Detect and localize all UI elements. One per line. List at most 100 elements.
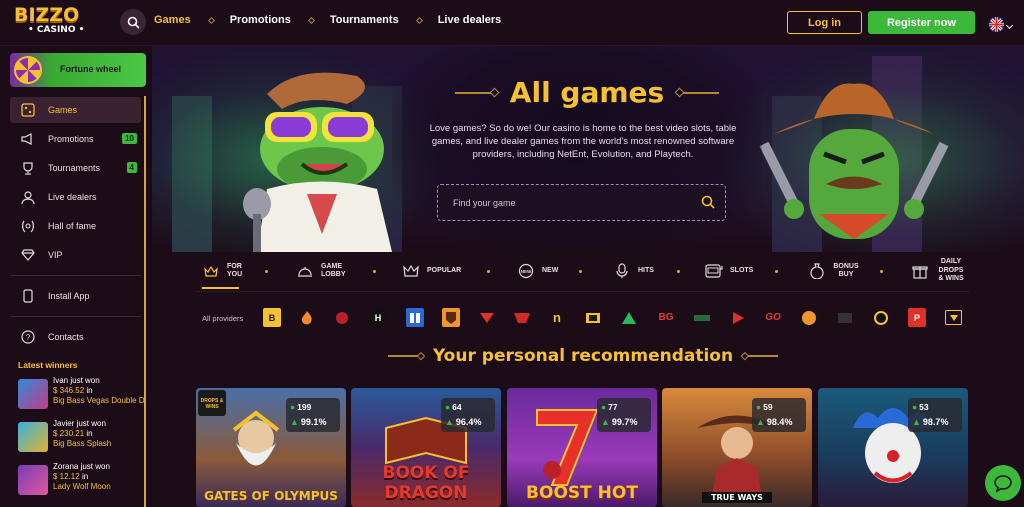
provider-logo[interactable] xyxy=(620,308,638,327)
game-title: BOOST HOT xyxy=(526,483,638,503)
provider-logo[interactable] xyxy=(693,308,711,327)
nav-separator xyxy=(415,16,423,24)
svg-text:NEW: NEW xyxy=(521,269,532,274)
category-tabs: FOR YOU GAME LOBBY POPULAR NEW NEW HITS … xyxy=(195,252,970,292)
game-stats: ● 199 ▲ 99.1% xyxy=(286,398,340,432)
provider-logo[interactable]: B xyxy=(263,308,281,327)
provider-logo[interactable] xyxy=(800,308,818,327)
crown-hand-icon xyxy=(202,262,220,280)
nav-tournaments[interactable]: Tournaments xyxy=(330,14,399,26)
tab-separator xyxy=(265,270,268,273)
game-card[interactable]: ● 53 ▲ 98.7% xyxy=(818,388,968,507)
provider-logo[interactable] xyxy=(872,308,890,327)
provider-logo[interactable] xyxy=(442,308,460,327)
title-decoration xyxy=(489,87,500,98)
game-title: GATES OF OLYMPUS xyxy=(204,489,338,503)
game-thumbnail xyxy=(18,379,48,409)
top-bar: BIZZO • CASINO • Games Promotions Tourna… xyxy=(0,0,1024,46)
microphone-icon xyxy=(613,262,631,280)
game-card[interactable]: ● 64 ▲ 96.4% BOOK OF DRAGON xyxy=(351,388,501,507)
tab-bonus-buy[interactable]: BONUS BUY xyxy=(808,252,859,290)
provider-logo[interactable]: P xyxy=(908,308,926,327)
logo[interactable]: BIZZO • CASINO • xyxy=(14,6,94,40)
sidebar-item-install-app[interactable]: Install App xyxy=(10,283,141,309)
game-search-input[interactable]: Find your game xyxy=(437,184,726,221)
fortune-wheel-banner[interactable]: Fortune wheel xyxy=(10,53,146,87)
providers-label[interactable]: All providers xyxy=(202,314,243,323)
tab-slots[interactable]: SLOTS xyxy=(705,252,753,290)
search-placeholder: Find your game xyxy=(453,198,516,208)
hero-banner: All games Love games? So do we! Our casi… xyxy=(152,46,1024,252)
money-bag-icon xyxy=(808,262,826,280)
diamond-icon xyxy=(20,248,36,262)
login-button[interactable]: Log in xyxy=(787,11,862,34)
tab-daily-drops-wins[interactable]: DAILY DROPS & WINS xyxy=(911,252,966,290)
laurel-icon xyxy=(20,219,36,233)
sidebar-item-hall-of-fame[interactable]: Hall of fame xyxy=(10,213,141,239)
nav-games[interactable]: Games xyxy=(154,14,191,26)
game-thumbnail xyxy=(18,422,48,452)
game-title: BOOK OF DRAGON xyxy=(382,463,470,503)
wheel-icon xyxy=(14,56,42,84)
game-stats: ● 77 ▲ 99.7% xyxy=(597,398,651,432)
winner-item[interactable]: Javier just won $ 230.21 in Big Bass Spl… xyxy=(18,419,144,455)
provider-logo[interactable] xyxy=(513,308,531,327)
provider-logo[interactable] xyxy=(729,308,747,327)
help-icon: ? xyxy=(20,330,36,344)
uk-flag-icon[interactable] xyxy=(989,17,1004,32)
tab-separator xyxy=(880,270,883,273)
sidebar-item-promotions[interactable]: Promotions 10 xyxy=(10,126,141,152)
provider-logo[interactable] xyxy=(478,308,496,327)
winner-item[interactable]: Zorana just won $ 12.12 in Lady Wolf Moo… xyxy=(18,462,144,498)
provider-logo[interactable] xyxy=(333,308,351,327)
cactus-mascot-illustration xyxy=(759,83,949,239)
provider-logo[interactable]: BG xyxy=(657,308,675,327)
phone-icon xyxy=(20,289,36,303)
provider-logo[interactable] xyxy=(836,308,854,327)
sidebar-item-vip[interactable]: VIP xyxy=(10,242,141,268)
providers-dropdown-icon[interactable] xyxy=(945,310,962,325)
tab-game-lobby[interactable]: GAME LOBBY xyxy=(296,252,351,290)
tournaments-count-badge: 4 xyxy=(126,162,137,173)
register-button[interactable]: Register now xyxy=(868,11,975,34)
tab-hits[interactable]: HITS xyxy=(613,252,654,290)
sidebar-item-tournaments[interactable]: Tournaments 4 xyxy=(10,155,141,181)
promotions-count-badge: 10 xyxy=(122,133,137,144)
provider-logo[interactable]: H xyxy=(369,308,387,327)
title-decoration xyxy=(747,355,779,357)
title-decoration xyxy=(740,351,749,361)
tab-new[interactable]: NEW NEW xyxy=(517,252,558,290)
search-icon[interactable] xyxy=(701,195,715,214)
megaphone-icon xyxy=(20,132,36,146)
title-decoration xyxy=(417,351,426,361)
active-tab-indicator xyxy=(202,287,239,289)
provider-logo[interactable] xyxy=(584,308,602,327)
sidebar-item-games[interactable]: Games xyxy=(10,97,141,123)
title-decoration xyxy=(454,91,491,94)
sidebar-divider xyxy=(10,275,141,276)
sidebar-item-live-dealers[interactable]: Live dealers xyxy=(10,184,141,210)
latest-winners-title: Latest winners xyxy=(18,360,78,370)
game-stats: ● 59 ▲ 98.4% xyxy=(752,398,806,432)
game-card[interactable]: ● 77 ▲ 99.7% BOOST HOT xyxy=(507,388,657,507)
chevron-down-icon[interactable] xyxy=(1005,21,1014,30)
nav-promotions[interactable]: Promotions xyxy=(230,14,291,26)
sidebar-item-contacts[interactable]: ? Contacts xyxy=(10,324,141,350)
game-card[interactable]: ● 59 ▲ 98.4% TRUE WAYS xyxy=(662,388,812,507)
winner-item[interactable]: Ivan just won $ 346.52 in Big Bass Vegas… xyxy=(18,376,145,412)
provider-logo[interactable]: n xyxy=(548,308,566,327)
tab-for-you[interactable]: FOR YOU xyxy=(202,252,249,290)
search-icon[interactable] xyxy=(120,9,146,35)
provider-logo[interactable]: GO xyxy=(764,308,782,327)
title-decoration xyxy=(683,91,720,94)
provider-logo[interactable] xyxy=(298,308,316,327)
game-card[interactable]: DROPS & WINS ● 199 ▲ 99.1% GATES OF OLYMPU… xyxy=(196,388,346,507)
seven-illustration xyxy=(536,409,599,486)
recommendation-heading: Your personal recommendation xyxy=(388,346,779,366)
tab-separator xyxy=(373,270,376,273)
tab-separator xyxy=(579,270,582,273)
provider-logo[interactable] xyxy=(406,308,424,327)
chat-icon[interactable] xyxy=(985,465,1021,501)
tab-popular[interactable]: POPULAR xyxy=(402,252,461,290)
nav-live-dealers[interactable]: Live dealers xyxy=(438,14,502,26)
